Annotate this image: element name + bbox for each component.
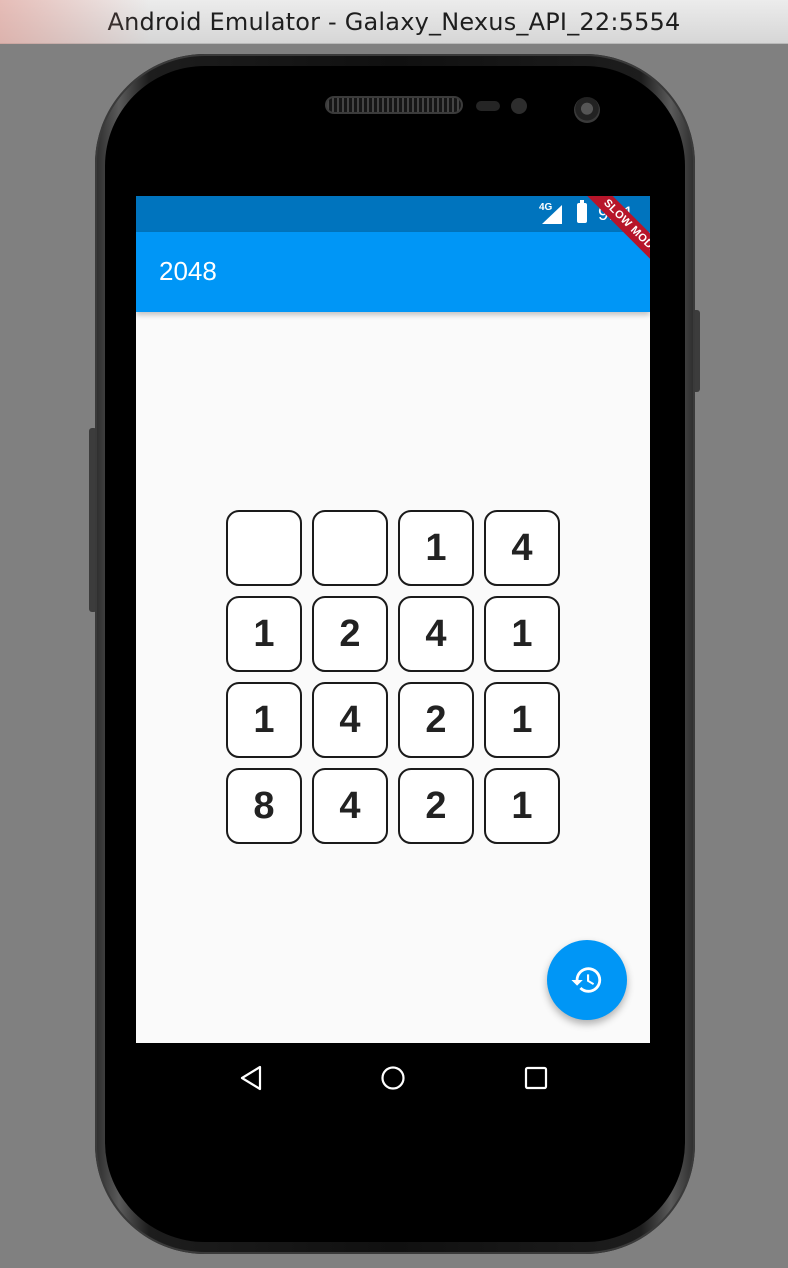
nav-home-button[interactable] — [380, 1065, 406, 1091]
light-sensor — [511, 98, 527, 114]
tile-r1-c3[interactable]: 1 — [398, 510, 474, 586]
tile-r3-c2[interactable]: 4 — [312, 682, 388, 758]
tile-r4-c1[interactable]: 8 — [226, 768, 302, 844]
tile-r4-c3[interactable]: 2 — [398, 768, 474, 844]
window-title-bar: Android Emulator - Galaxy_Nexus_API_22:5… — [0, 0, 788, 44]
nav-back-button[interactable] — [236, 1065, 266, 1091]
tile-r1-c4[interactable]: 4 — [484, 510, 560, 586]
tile-r3-c4[interactable]: 1 — [484, 682, 560, 758]
tile-r3-c1[interactable]: 1 — [226, 682, 302, 758]
game-board[interactable]: 1 4 1 2 4 1 1 4 2 1 8 4 2 1 — [226, 510, 560, 844]
window-title: Android Emulator - Galaxy_Nexus_API_22:5… — [107, 7, 681, 36]
tile-r2-c2[interactable]: 2 — [312, 596, 388, 672]
history-icon — [571, 967, 602, 993]
tile-r1-c2[interactable] — [312, 510, 388, 586]
tile-r2-c1[interactable]: 1 — [226, 596, 302, 672]
tile-r4-c2[interactable]: 4 — [312, 768, 388, 844]
recent-apps-icon — [524, 1066, 548, 1090]
front-camera — [574, 97, 600, 123]
app-title: 2048 — [159, 256, 217, 286]
proximity-sensor — [476, 101, 500, 111]
tile-r3-c3[interactable]: 2 — [398, 682, 474, 758]
earpiece-speaker — [327, 98, 461, 112]
tile-r1-c1[interactable] — [226, 510, 302, 586]
tile-r2-c4[interactable]: 1 — [484, 596, 560, 672]
status-bar: 4G 9:11 — [136, 196, 650, 232]
back-icon — [240, 1065, 262, 1091]
device-screen: 4G 9:11 2048 SLOW MODE 1 4 1 2 4 1 1 4 2… — [136, 196, 650, 1043]
tile-r4-c4[interactable]: 1 — [484, 768, 560, 844]
undo-fab[interactable] — [547, 940, 627, 1020]
signal-icon — [542, 205, 562, 224]
nav-recent-button[interactable] — [523, 1065, 549, 1091]
android-nav-bar — [136, 1043, 654, 1113]
app-bar: 2048 — [136, 232, 650, 312]
home-icon — [381, 1066, 405, 1090]
battery-icon — [577, 200, 587, 223]
tile-r2-c3[interactable]: 4 — [398, 596, 474, 672]
window-controls-area — [0, 0, 150, 44]
